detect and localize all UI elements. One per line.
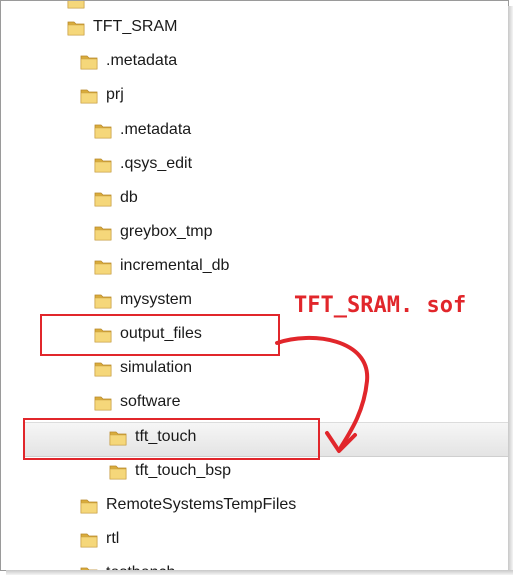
tree-item-label: greybox_tmp <box>120 223 213 240</box>
tree-item-label: simulation <box>120 359 193 376</box>
annotation-arrow-icon <box>275 335 370 453</box>
file-tree-window: TFT_SRAM .metadata prj .metadata .qsys_e… <box>0 0 509 571</box>
tree-item-tft-sram[interactable]: TFT_SRAM <box>67 11 367 45</box>
tree-item-prj[interactable]: prj <box>80 79 380 113</box>
folder-icon <box>80 55 98 70</box>
tree-item-greybox-tmp[interactable]: greybox_tmp <box>94 216 394 250</box>
folder-icon <box>67 1 85 9</box>
tree-item-prj-metadata[interactable]: .metadata <box>94 114 394 148</box>
tree-item-label: .qsys_edit <box>120 155 193 172</box>
folder-icon <box>94 396 112 411</box>
tree-item-label: software <box>120 393 181 410</box>
tree-item-label: .metadata <box>106 52 178 69</box>
tree-item-label: TFT_SRAM <box>93 18 178 35</box>
folder-icon <box>94 192 112 207</box>
tree-item-db[interactable]: db <box>94 182 394 216</box>
tree-item-label: tft_touch_bsp <box>135 462 232 479</box>
tree-item-remote-systems-temp-files[interactable]: RemoteSystemsTempFiles <box>80 489 400 523</box>
tree-item-metadata[interactable]: .metadata <box>80 45 380 79</box>
tree-item-incremental-db[interactable]: incremental_db <box>94 250 394 284</box>
folder-icon <box>80 499 98 514</box>
folder-icon <box>94 260 112 275</box>
tree-item-rtl[interactable]: rtl <box>80 523 280 557</box>
tree-item-label: rtl <box>106 530 120 547</box>
frame-shadow-bottom <box>6 570 513 575</box>
folder-icon <box>94 294 112 309</box>
output-files-highlight-box <box>40 314 280 356</box>
folder-icon <box>80 533 98 548</box>
tree-item-label: mysystem <box>120 291 192 308</box>
frame-shadow-right <box>508 6 513 575</box>
tree-item-testbench[interactable]: testbench <box>80 557 280 570</box>
folder-icon <box>80 89 98 104</box>
folder-icon <box>67 21 85 36</box>
folder-icon <box>109 465 127 480</box>
tree-item-label: prj <box>106 86 124 103</box>
tree-item-label: incremental_db <box>120 257 230 274</box>
folder-icon <box>94 226 112 241</box>
tree-item-qsys-edit[interactable]: .qsys_edit <box>94 148 394 182</box>
folder-icon <box>94 124 112 139</box>
tree-item-label: .metadata <box>120 121 192 138</box>
tree-item-software[interactable]: software <box>94 386 264 420</box>
tree-item-label: db <box>120 189 138 206</box>
tree-item-simulation[interactable]: simulation <box>94 352 264 386</box>
tree-item-label: RemoteSystemsTempFiles <box>106 496 297 513</box>
annotation-label: TFT_SRAM. sof <box>294 293 467 318</box>
folder-icon <box>94 158 112 173</box>
tree-item-mysystem[interactable]: mysystem <box>94 284 294 318</box>
folder-icon <box>94 362 112 377</box>
